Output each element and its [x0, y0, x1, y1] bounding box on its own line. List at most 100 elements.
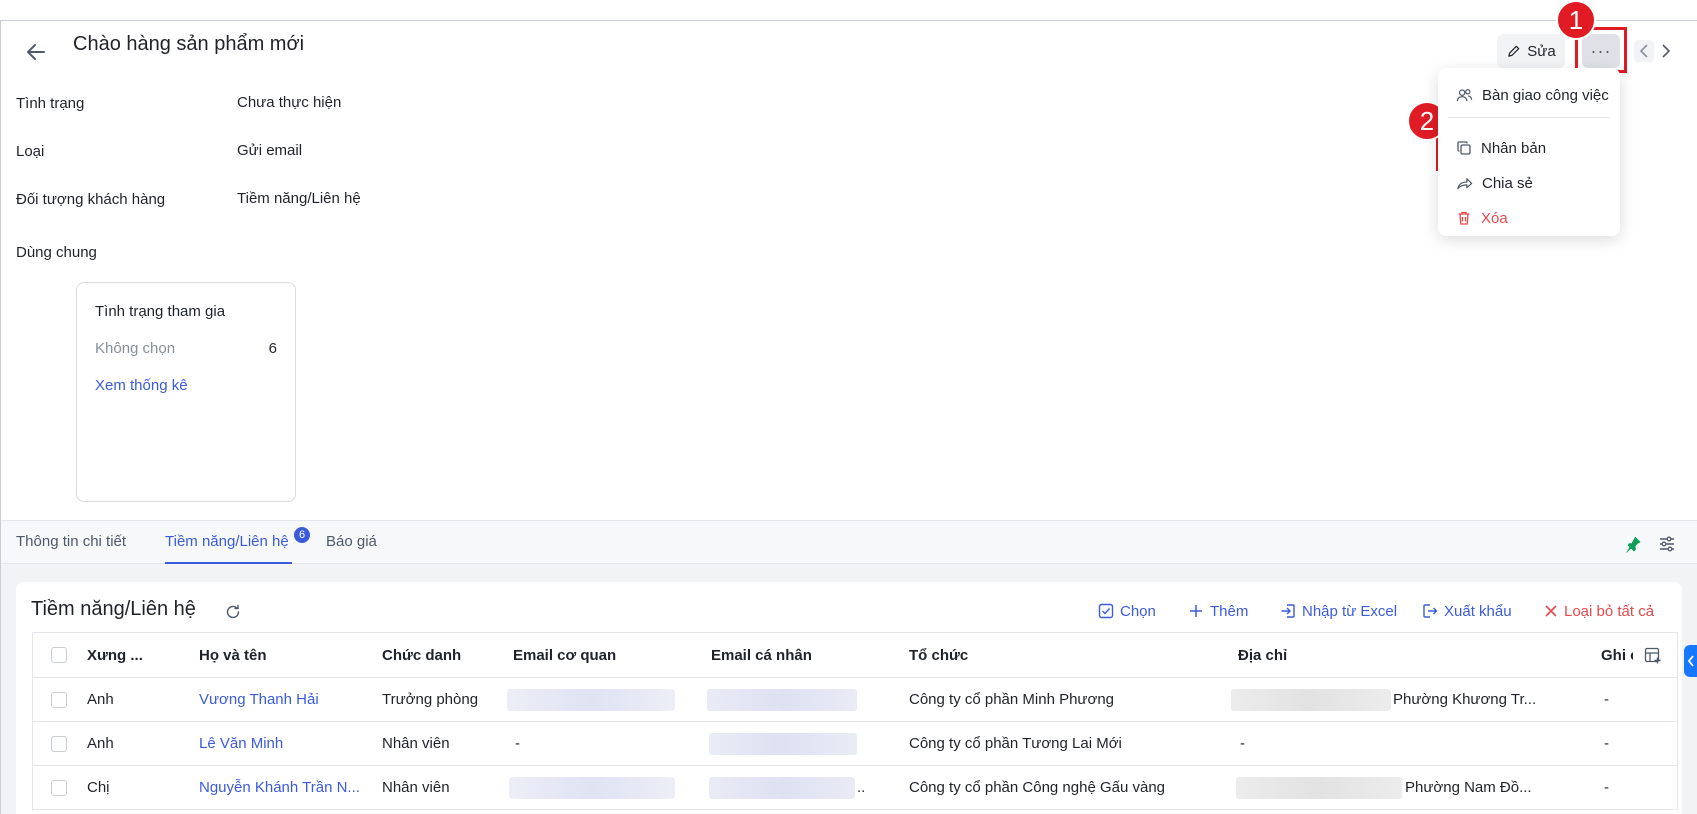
back-arrow-icon[interactable]	[24, 40, 48, 64]
plus-icon	[1190, 605, 1202, 617]
refresh-icon[interactable]	[225, 604, 243, 622]
page-title: Chào hàng sản phẩm mới	[73, 33, 305, 55]
menu-item-share-label: Chia sẻ	[1482, 174, 1533, 192]
section-title: Tiềm năng/Liên hệ	[31, 598, 196, 620]
field-label-status: Tình trạng	[16, 95, 85, 112]
export-icon	[1423, 604, 1438, 618]
col-header-salutation[interactable]: Xưng ...	[87, 647, 143, 664]
cell-organization: Công ty cổ phần Công nghệ Gấu vàng	[909, 779, 1166, 796]
share-icon	[1457, 178, 1473, 190]
pencil-icon	[1508, 45, 1520, 57]
annotation-badge-1: 1	[1556, 0, 1596, 40]
field-label-type: Loại	[16, 143, 45, 160]
col-header-name[interactable]: Họ và tên	[199, 647, 267, 664]
participation-status-card: Tình trạng tham gia Không chọn 6 Xem thố…	[76, 282, 296, 502]
cell-note: -	[1604, 735, 1609, 752]
select-button[interactable]: Chọn	[1098, 600, 1156, 622]
cell-organization: Công ty cổ phần Minh Phương	[909, 691, 1114, 708]
related-list-card: Tiềm năng/Liên hệ Chọn Thêm Nhập từ Exce…	[16, 582, 1682, 814]
cell-name[interactable]: Lê Văn Minh	[199, 735, 283, 752]
cell-job-title: Trưởng phòng	[382, 691, 479, 708]
cell-address: Phường Khương Tr...	[1393, 691, 1537, 708]
menu-item-duplicate-label: Nhân bản	[1481, 139, 1547, 157]
cell-salutation: Anh	[87, 691, 114, 708]
redacted-address-part	[1231, 689, 1391, 711]
col-header-work-email[interactable]: Email cơ quan	[513, 647, 616, 664]
redacted-personal-email	[707, 689, 857, 711]
menu-item-duplicate[interactable]: Nhân bản	[1438, 132, 1620, 164]
menu-divider	[1448, 117, 1610, 118]
pin-icon[interactable]	[1624, 535, 1642, 553]
export-button-label: Xuất khẩu	[1444, 602, 1512, 620]
cell-note: -	[1604, 691, 1609, 708]
cell-salutation: Chị	[87, 779, 110, 796]
view-statistics-link[interactable]: Xem thống kê	[95, 377, 188, 394]
menu-item-delete-label: Xóa	[1481, 209, 1508, 227]
tab-leads-contacts[interactable]: Tiềm năng/Liên hệ	[165, 533, 289, 550]
select-button-label: Chọn	[1120, 602, 1156, 620]
duplicate-icon	[1457, 141, 1471, 155]
more-actions-menu: Bàn giao công việc Nhân bản Chia sẻ Xóa	[1438, 68, 1620, 236]
cell-salutation: Anh	[87, 735, 114, 752]
export-button[interactable]: Xuất khẩu	[1422, 600, 1512, 622]
table-row[interactable]: Anh Vương Thanh Hải Trưởng phòng Công ty…	[32, 678, 1678, 722]
checkbox-icon	[1098, 603, 1114, 619]
remove-all-button[interactable]: Loại bỏ tất cả	[1544, 600, 1654, 622]
redacted-personal-email	[709, 777, 855, 799]
cell-name[interactable]: Vương Thanh Hải	[199, 691, 319, 708]
more-actions-button[interactable]: ···	[1582, 34, 1620, 68]
cell-note: -	[1604, 779, 1609, 796]
column-settings-icon[interactable]	[1644, 647, 1662, 665]
menu-item-share[interactable]: Chia sẻ	[1438, 167, 1620, 199]
redacted-personal-email	[709, 733, 857, 755]
menu-item-handover[interactable]: Bàn giao công việc	[1438, 79, 1620, 111]
import-icon	[1281, 604, 1295, 618]
table-row[interactable]: Anh Lê Văn Minh Nhân viên - Công ty cổ p…	[32, 722, 1678, 766]
stat-row-label: Không chọn	[95, 340, 176, 357]
table-row[interactable]: Chị Nguyễn Khánh Trần N... Nhân viên .. …	[32, 766, 1678, 810]
edit-button-label: Sửa	[1527, 42, 1556, 60]
select-all-checkbox[interactable]	[51, 647, 67, 663]
remove-all-button-label: Loại bỏ tất cả	[1564, 602, 1655, 620]
menu-item-delete[interactable]: Xóa	[1438, 202, 1620, 234]
handover-users-icon	[1456, 88, 1473, 101]
chevron-left-icon	[1687, 655, 1694, 667]
col-header-address[interactable]: Địa chỉ	[1238, 647, 1287, 664]
cell-address: Phường Nam Đồ...	[1405, 779, 1532, 796]
col-header-job-title[interactable]: Chức danh	[382, 647, 461, 664]
row-checkbox[interactable]	[51, 736, 67, 752]
edit-button[interactable]: Sửa	[1497, 34, 1565, 68]
col-header-note[interactable]: Ghi c	[1601, 647, 1633, 664]
redacted-work-email	[509, 777, 675, 799]
field-value-status: Chưa thực hiện	[237, 94, 342, 111]
stat-card-title: Tình trạng tham gia	[95, 303, 226, 320]
table-header: Xưng ... Họ và tên Chức danh Email cơ qu…	[32, 632, 1678, 678]
field-value-audience: Tiềm năng/Liên hệ	[237, 190, 361, 207]
cell-job-title: Nhân viên	[382, 779, 450, 796]
cell-name[interactable]: Nguyễn Khánh Trần N...	[199, 779, 360, 796]
close-icon	[1545, 605, 1557, 617]
import-excel-button[interactable]: Nhập từ Excel	[1280, 600, 1397, 622]
row-checkbox[interactable]	[51, 692, 67, 708]
cell-organization: Công ty cổ phần Tương Lai Mới	[909, 735, 1122, 752]
field-label-audience: Đối tượng khách hàng	[16, 191, 166, 208]
tab-details[interactable]: Thông tin chi tiết	[16, 533, 126, 550]
col-header-personal-email[interactable]: Email cá nhân	[711, 647, 812, 664]
side-panel-toggle[interactable]	[1684, 645, 1697, 677]
row-checkbox[interactable]	[51, 780, 67, 796]
tab-count-badge: 6	[294, 527, 310, 543]
field-value-type: Gửi email	[237, 142, 303, 159]
tab-quotes[interactable]: Báo giá	[326, 533, 377, 550]
redacted-work-email	[507, 689, 675, 711]
cell-job-title: Nhân viên	[382, 735, 450, 752]
cell-personal-email: ..	[857, 779, 866, 796]
col-header-organization[interactable]: Tổ chức	[909, 647, 968, 664]
add-button-label: Thêm	[1210, 602, 1249, 620]
chevron-left-icon[interactable]	[1634, 40, 1654, 62]
menu-item-handover-label: Bàn giao công việc	[1482, 86, 1609, 104]
cell-work-email: -	[515, 735, 520, 752]
sliders-icon[interactable]	[1658, 535, 1676, 553]
import-excel-button-label: Nhập từ Excel	[1302, 602, 1398, 620]
chevron-right-icon[interactable]	[1656, 40, 1676, 62]
add-button[interactable]: Thêm	[1188, 600, 1248, 622]
